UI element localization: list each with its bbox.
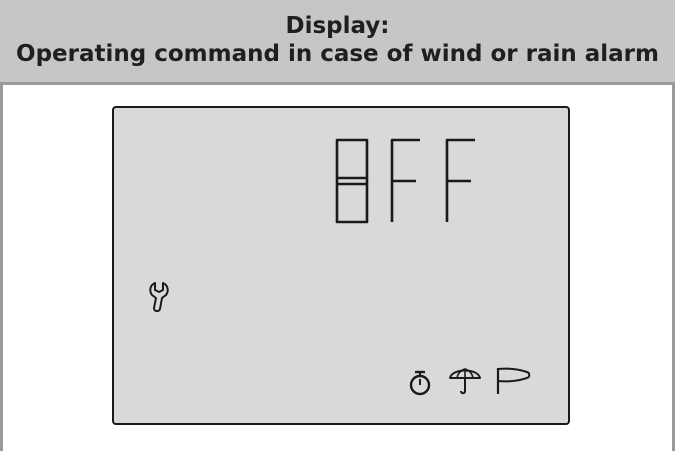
umbrella-icon [448, 364, 482, 396]
segment-readout [332, 137, 482, 225]
windsock-icon [494, 364, 532, 396]
lcd-display [112, 106, 570, 425]
timer-icon [408, 370, 432, 396]
segment-readout-graphic [335, 138, 475, 224]
segment-char-o [335, 138, 369, 180]
figure-header: Display: Operating command in case of wi… [0, 0, 675, 85]
wrench-icon [146, 280, 172, 314]
header-subtitle: Operating command in case of wind or rai… [16, 41, 659, 67]
header-title: Display: [285, 13, 390, 39]
